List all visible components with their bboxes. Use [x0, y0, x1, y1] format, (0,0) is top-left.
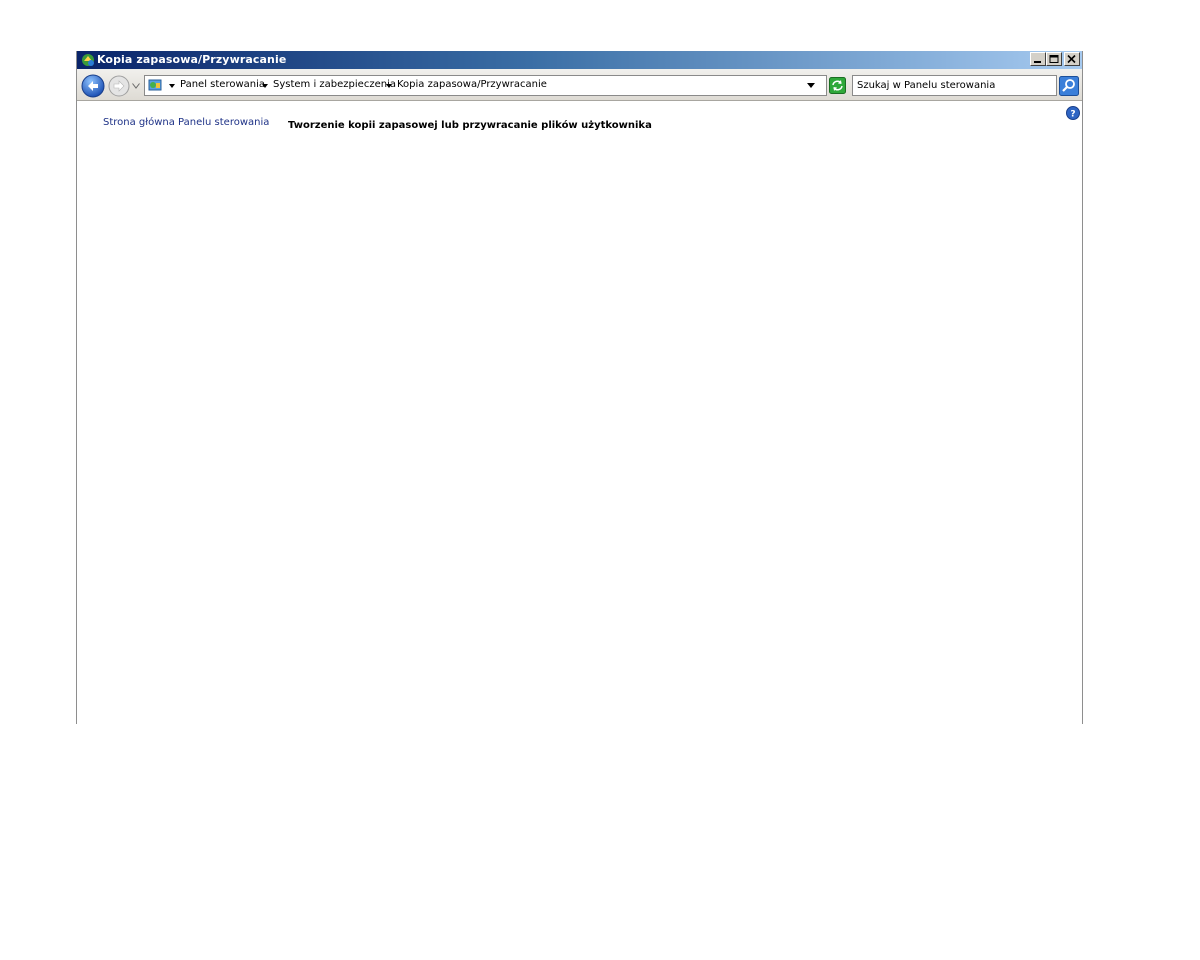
page-title: Tworzenie kopii zapasowej lub przywracan… [288, 120, 652, 131]
minimize-icon [1034, 61, 1041, 63]
search-input[interactable] [857, 77, 1047, 94]
back-button[interactable] [81, 74, 105, 98]
address-history-dropdown-icon[interactable] [807, 83, 815, 88]
control-panel-window: Kopia zapasowa/Przywracanie Panel sterow… [76, 51, 1083, 724]
title-bar[interactable]: Kopia zapasowa/Przywracanie [77, 51, 1082, 69]
close-icon [1067, 55, 1076, 64]
breadcrumb-separator-icon[interactable] [386, 84, 392, 88]
breadcrumb[interactable]: Panel sterowania System i zabezpieczenia… [144, 75, 827, 96]
breadcrumb-separator-icon[interactable] [262, 84, 268, 88]
refresh-icon[interactable] [829, 77, 846, 94]
control-panel-home-link[interactable]: Strona główna Panelu sterowania [103, 117, 269, 128]
backup-restore-icon [82, 54, 94, 66]
svg-text:?: ? [1070, 110, 1075, 120]
breadcrumb-separator-icon[interactable] [169, 84, 175, 88]
search-icon[interactable] [1059, 76, 1079, 96]
breadcrumb-item-panel[interactable]: Panel sterowania [180, 79, 265, 90]
breadcrumb-item-backup[interactable]: Kopia zapasowa/Przywracanie [397, 79, 547, 90]
caption-buttons [1030, 52, 1080, 68]
search-field[interactable] [852, 75, 1057, 96]
recent-pages-chevron-icon[interactable] [132, 83, 140, 89]
close-button[interactable] [1064, 52, 1080, 66]
maximize-icon [1049, 55, 1059, 63]
breadcrumb-item-system[interactable]: System i zabezpieczenia [273, 79, 396, 90]
address-bar: Panel sterowania System i zabezpieczenia… [77, 69, 1082, 101]
forward-button[interactable] [108, 75, 130, 97]
minimize-button[interactable] [1030, 52, 1046, 66]
help-icon[interactable]: ? [1066, 106, 1080, 120]
maximize-button[interactable] [1046, 52, 1062, 66]
window-title: Kopia zapasowa/Przywracanie [97, 53, 287, 66]
control-panel-icon [148, 79, 162, 91]
